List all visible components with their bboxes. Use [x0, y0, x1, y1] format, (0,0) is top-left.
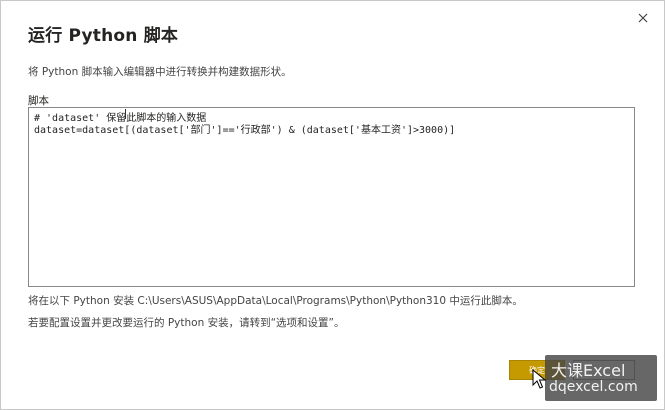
close-icon — [638, 13, 648, 23]
dialog-subtitle: 将 Python 脚本输入编辑器中进行转换并构建数据形状。 — [28, 66, 292, 78]
code-line-filter: dataset=dataset[(dataset['部门']=='行政部') &… — [34, 125, 456, 136]
mouse-pointer-icon — [532, 369, 546, 389]
text-cursor — [125, 109, 126, 119]
run-python-script-dialog: 运行 Python 脚本 将 Python 脚本输入编辑器中进行转换并构建数据形… — [0, 0, 665, 410]
watermark-brand: 大课Excel — [551, 361, 626, 380]
options-settings-hint: 若要配置设置并更改要运行的 Python 安装，请转到“选项和设置”。 — [28, 317, 345, 329]
watermark-url: dqexcel.com — [549, 379, 638, 395]
script-editor[interactable]: # 'dataset' 保留此脚本的输入数据 dataset=dataset[(… — [28, 107, 635, 287]
close-button[interactable] — [632, 7, 654, 29]
script-label: 脚本 — [28, 95, 49, 107]
watermark-logo: 大课Excel dqexcel.com — [545, 355, 657, 401]
python-install-info: 将在以下 Python 安装 C:\Users\ASUS\AppData\Loc… — [28, 295, 523, 307]
code-line-comment: # 'dataset' 保留此脚本的输入数据 — [34, 113, 207, 124]
dialog-title: 运行 Python 脚本 — [28, 26, 179, 46]
